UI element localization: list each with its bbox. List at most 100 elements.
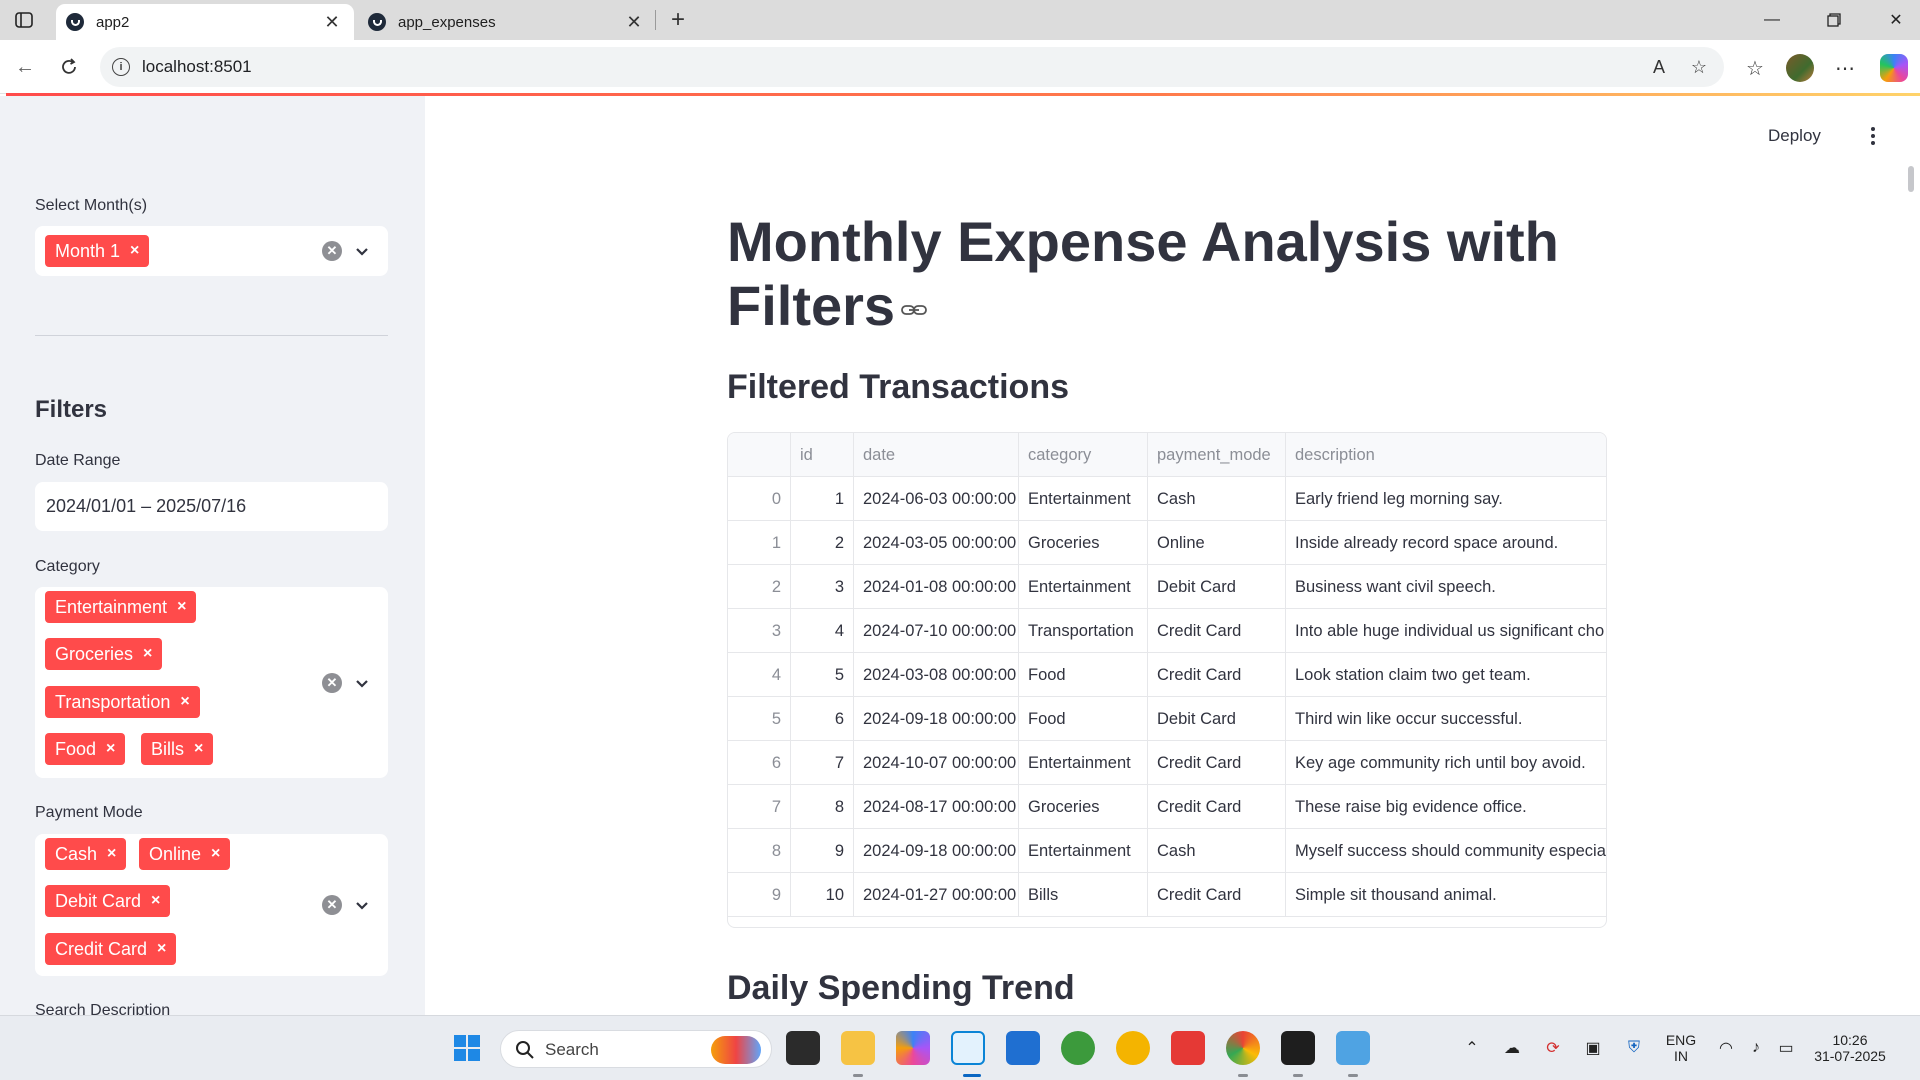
main-menu-icon[interactable] bbox=[1863, 124, 1883, 148]
chip-remove-icon[interactable]: × bbox=[177, 598, 186, 616]
cell-description[interactable]: Early friend leg morning say. bbox=[1286, 477, 1606, 521]
cell-date[interactable]: 2024-03-08 00:00:00 bbox=[854, 653, 1019, 697]
payment-mode-multiselect[interactable]: Cash × Online × Debit Card × Credit Card… bbox=[35, 834, 388, 976]
chip-month-1[interactable]: Month 1 × bbox=[45, 235, 150, 267]
cell-date[interactable]: 2024-01-27 00:00:00 bbox=[854, 873, 1019, 917]
cell-date[interactable]: 2024-09-18 00:00:00 bbox=[854, 829, 1019, 873]
cell-payment-mode[interactable]: Debit Card bbox=[1148, 697, 1286, 741]
file-explorer-icon[interactable] bbox=[841, 1031, 875, 1065]
cell-payment-mode[interactable]: Cash bbox=[1148, 477, 1286, 521]
col-header-id[interactable]: id bbox=[791, 433, 854, 477]
cell-date[interactable]: 2024-01-08 00:00:00 bbox=[854, 565, 1019, 609]
clock[interactable]: 10:26 31-07-2025 bbox=[1810, 1032, 1890, 1064]
cell-index[interactable]: 0 bbox=[728, 477, 791, 521]
cell-date[interactable]: 2024-09-18 00:00:00 bbox=[854, 697, 1019, 741]
chevron-up-icon[interactable]: ⌃ bbox=[1460, 1036, 1484, 1060]
cell-description[interactable]: Business want civil speech. bbox=[1286, 565, 1606, 609]
cell-description[interactable]: Inside already record space around. bbox=[1286, 521, 1606, 565]
table-row[interactable]: 1 2 2024-03-05 00:00:00 Groceries Online Insi… bbox=[728, 521, 1606, 565]
chip-debit-card[interactable]: Debit Card × bbox=[45, 885, 171, 917]
table-row[interactable]: 0 1 2024-06-03 00:00:00 Entertainment Cash Ea… bbox=[728, 477, 1606, 521]
cell-category[interactable]: Groceries bbox=[1019, 785, 1148, 829]
tab-app2[interactable]: app2 ✕ bbox=[56, 4, 354, 40]
cell-payment-mode[interactable]: Credit Card bbox=[1148, 653, 1286, 697]
cell-category[interactable]: Transportation bbox=[1019, 609, 1148, 653]
site-info-icon[interactable]: i bbox=[112, 58, 130, 76]
cell-id[interactable]: 6 bbox=[791, 697, 854, 741]
table-row[interactable]: 9 10 2024-01-27 00:00:00 Bills Credit Card Si… bbox=[728, 873, 1606, 917]
deploy-button[interactable]: Deploy bbox=[1768, 126, 1821, 146]
favorite-star-icon[interactable]: ☆ bbox=[1688, 56, 1710, 78]
back-icon[interactable]: ← bbox=[10, 52, 40, 82]
cell-id[interactable]: 8 bbox=[791, 785, 854, 829]
table-row[interactable]: 5 6 2024-09-18 00:00:00 Food Debit Card Third… bbox=[728, 697, 1606, 741]
cell-payment-mode[interactable]: Debit Card bbox=[1148, 565, 1286, 609]
scrollbar-thumb[interactable] bbox=[1908, 166, 1914, 192]
month-multiselect[interactable]: Month 1 × ✕ bbox=[35, 226, 388, 276]
wps-office-icon[interactable] bbox=[1171, 1031, 1205, 1065]
transactions-table[interactable]: id date category payment_mode descriptio… bbox=[727, 432, 1607, 928]
windows-start-icon[interactable] bbox=[450, 1031, 484, 1065]
cell-date[interactable]: 2024-06-03 00:00:00 bbox=[854, 477, 1019, 521]
cell-payment-mode[interactable]: Online bbox=[1148, 521, 1286, 565]
chevron-down-icon[interactable] bbox=[352, 895, 372, 915]
chevron-down-icon[interactable] bbox=[352, 673, 372, 693]
tab-app-expenses[interactable]: app_expenses ✕ bbox=[358, 4, 656, 40]
onedrive-icon[interactable]: ☁ bbox=[1500, 1036, 1524, 1060]
clear-all-icon[interactable]: ✕ bbox=[322, 895, 342, 915]
category-multiselect[interactable]: Entertainment × Groceries × Transportati… bbox=[35, 587, 388, 778]
chevron-down-icon[interactable] bbox=[352, 241, 372, 261]
chip-transportation[interactable]: Transportation × bbox=[45, 686, 200, 718]
copilot-app-icon[interactable] bbox=[896, 1031, 930, 1065]
more-menu-icon[interactable]: ⋯ bbox=[1832, 55, 1858, 81]
reload-icon[interactable] bbox=[54, 52, 84, 82]
cell-id[interactable]: 1 bbox=[791, 477, 854, 521]
chip-remove-icon[interactable]: × bbox=[106, 740, 115, 758]
cell-payment-mode[interactable]: Credit Card bbox=[1148, 785, 1286, 829]
cell-id[interactable]: 4 bbox=[791, 609, 854, 653]
cell-description[interactable]: Key age community rich until boy avoid. bbox=[1286, 741, 1606, 785]
clear-all-icon[interactable]: ✕ bbox=[322, 673, 342, 693]
chip-credit-card[interactable]: Credit Card × bbox=[45, 933, 177, 965]
chip-online[interactable]: Online × bbox=[139, 838, 231, 870]
taskbar-search[interactable]: Search bbox=[500, 1030, 772, 1068]
vpn-icon[interactable]: ▣ bbox=[1581, 1036, 1605, 1060]
cell-category[interactable]: Bills bbox=[1019, 873, 1148, 917]
col-header-date[interactable]: date bbox=[854, 433, 1019, 477]
cell-description[interactable]: Third win like occur successful. bbox=[1286, 697, 1606, 741]
cell-index[interactable]: 1 bbox=[728, 521, 791, 565]
chip-remove-icon[interactable]: × bbox=[157, 940, 166, 958]
chip-remove-icon[interactable]: × bbox=[130, 242, 139, 260]
app-ring-icon[interactable] bbox=[1116, 1031, 1150, 1065]
cell-index[interactable]: 4 bbox=[728, 653, 791, 697]
cell-category[interactable]: Entertainment bbox=[1019, 741, 1148, 785]
table-row[interactable]: 6 7 2024-10-07 00:00:00 Entertainment Credit… bbox=[728, 741, 1606, 785]
cell-payment-mode[interactable]: Credit Card bbox=[1148, 873, 1286, 917]
date-range-input[interactable]: 2024/01/01 – 2025/07/16 bbox=[35, 482, 388, 531]
language-indicator[interactable]: ENG IN bbox=[1664, 1032, 1698, 1064]
restore-icon[interactable] bbox=[1806, 0, 1862, 40]
chrome-icon[interactable] bbox=[1226, 1031, 1260, 1065]
table-row[interactable]: 2 3 2024-01-08 00:00:00 Entertainment Debit … bbox=[728, 565, 1606, 609]
chip-remove-icon[interactable]: × bbox=[194, 740, 203, 758]
cell-date[interactable]: 2024-03-05 00:00:00 bbox=[854, 521, 1019, 565]
new-tab-icon[interactable]: + bbox=[664, 6, 692, 34]
cell-description[interactable]: Simple sit thousand animal. bbox=[1286, 873, 1606, 917]
url-text[interactable]: localhost:8501 bbox=[142, 57, 252, 77]
cell-description[interactable]: Myself success should community especial bbox=[1286, 829, 1606, 873]
cell-date[interactable]: 2024-08-17 00:00:00 bbox=[854, 785, 1019, 829]
cell-id[interactable]: 3 bbox=[791, 565, 854, 609]
chip-food[interactable]: Food × bbox=[45, 733, 126, 765]
table-row[interactable]: 4 5 2024-03-08 00:00:00 Food Credit Card Look… bbox=[728, 653, 1606, 697]
chip-entertainment[interactable]: Entertainment × bbox=[45, 591, 197, 623]
chip-remove-icon[interactable]: × bbox=[143, 645, 152, 663]
cell-category[interactable]: Food bbox=[1019, 653, 1148, 697]
table-row[interactable]: 7 8 2024-08-17 00:00:00 Groceries Credit Car… bbox=[728, 785, 1606, 829]
edge-browser-icon[interactable] bbox=[951, 1031, 985, 1065]
col-header-description[interactable]: description bbox=[1286, 433, 1606, 477]
close-tab-icon[interactable]: ✕ bbox=[624, 12, 644, 32]
cell-index[interactable]: 9 bbox=[728, 873, 791, 917]
anchor-link-icon[interactable] bbox=[901, 303, 927, 317]
window-close-icon[interactable]: ✕ bbox=[1868, 0, 1920, 40]
favorites-icon[interactable]: ☆ bbox=[1742, 55, 1768, 81]
